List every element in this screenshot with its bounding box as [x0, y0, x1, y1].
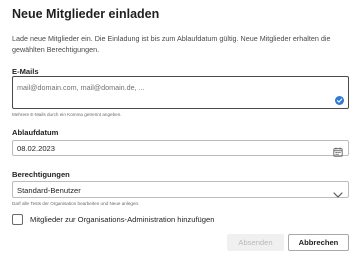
dialog-description: Lade neue Mitglieder ein. Die Einladung … — [12, 34, 331, 54]
emails-label: E-Mails — [12, 67, 39, 76]
permissions-selected-value: Standard-Benutzer — [17, 186, 81, 195]
invite-members-dialog: Neue Mitglieder einladen Lade neue Mitgl… — [0, 0, 360, 263]
cancel-button[interactable]: Abbrechen — [288, 234, 349, 251]
expiry-date-input[interactable]: 08.02.2023 — [12, 140, 349, 157]
org-admin-label[interactable]: Mitglieder zur Organisations-Administrat… — [30, 215, 214, 224]
checkmark-circle-icon — [335, 96, 344, 105]
submit-button[interactable]: Absenden — [227, 234, 284, 251]
emails-textarea[interactable]: mail@domain.com, mail@domain.de, ... — [12, 76, 349, 109]
permissions-select[interactable]: Standard-Benutzer — [12, 181, 349, 198]
emails-hint: Mehrere E-Mails durch ein Komma getrennt… — [12, 112, 122, 117]
emails-placeholder: mail@domain.com, mail@domain.de, ... — [17, 83, 145, 92]
expiry-label: Ablaufdatum — [12, 128, 59, 137]
calendar-icon[interactable] — [333, 144, 343, 162]
org-admin-checkbox[interactable] — [12, 214, 23, 225]
org-admin-option[interactable]: Mitglieder zur Organisations-Administrat… — [12, 214, 214, 225]
permissions-label: Berechtigungen — [12, 170, 70, 179]
chevron-down-icon — [333, 186, 343, 204]
dialog-title: Neue Mitglieder einladen — [12, 7, 160, 21]
permissions-hint: Darf alle Tests der Organisation bearbei… — [12, 201, 140, 206]
expiry-date-value: 08.02.2023 — [17, 144, 56, 153]
